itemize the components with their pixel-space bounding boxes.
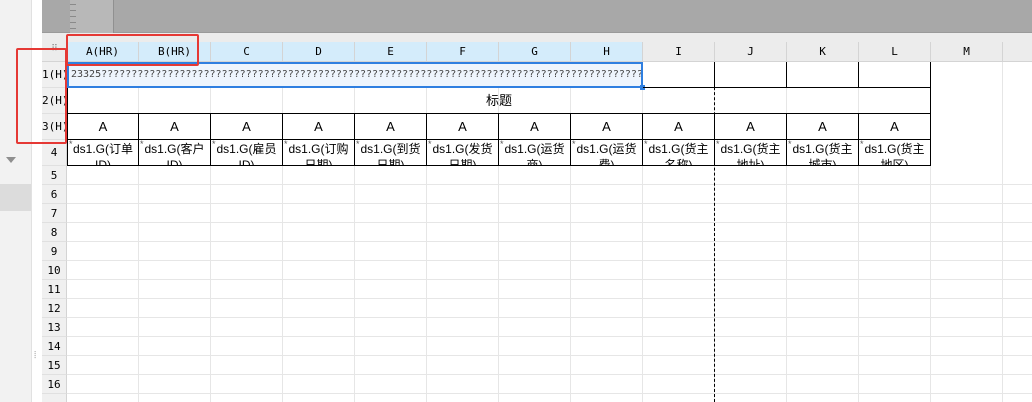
row-header-14[interactable]: 14 [42, 337, 67, 356]
row-header-12[interactable]: 12 [42, 299, 67, 318]
cell-k3[interactable]: A [787, 114, 859, 140]
cell-k1[interactable] [787, 62, 859, 88]
column-header-l[interactable]: L [859, 42, 931, 62]
row-header-13[interactable]: 13 [42, 318, 67, 337]
cell-d3[interactable]: A [283, 114, 355, 140]
row-header-7[interactable]: 7 [42, 204, 67, 223]
panel-selected-item[interactable] [0, 184, 31, 211]
column-header-empty [1003, 42, 1032, 62]
row-header-16[interactable]: 16 [42, 375, 67, 394]
cell-a4-text: ds1.G(订单ID) [72, 142, 133, 166]
toolbar-strip [42, 0, 1032, 33]
cell-l4-text: ds1.G(货主地区) [864, 142, 925, 166]
column-header-m[interactable]: M [931, 42, 1003, 62]
cell-i3[interactable]: A [643, 114, 715, 140]
row-header-15[interactable]: 15 [42, 356, 67, 375]
expand-marker-icon: * [788, 140, 792, 149]
cell-f3[interactable]: A [427, 114, 499, 140]
cell-b3[interactable]: A [139, 114, 211, 140]
title-cell[interactable]: 标题 [67, 88, 931, 114]
cell-f4[interactable]: * ds1.G(发货日期) [427, 140, 499, 166]
row-header-6[interactable]: 6 [42, 185, 67, 204]
cell-h4[interactable]: * ds1.G(运货费) [571, 140, 643, 166]
annotation-highlight-rows [16, 48, 67, 144]
cell-l3[interactable]: A [859, 114, 931, 140]
expand-marker-icon: * [716, 140, 720, 149]
cell-d4-text: ds1.G(订购日期) [288, 142, 349, 166]
cell-j3[interactable]: A [715, 114, 787, 140]
cell-l4[interactable]: * ds1.G(货主地区) [859, 140, 931, 166]
cell-g4-text: ds1.G(运货商) [504, 142, 565, 166]
expand-marker-icon: * [500, 140, 504, 149]
column-header-d[interactable]: D [283, 42, 355, 62]
column-header-f[interactable]: F [427, 42, 499, 62]
cell-i4-text: ds1.G(货主名称) [648, 142, 709, 166]
cell-g3[interactable]: A [499, 114, 571, 140]
row-header-10[interactable]: 10 [42, 261, 67, 280]
cell-b4-text: ds1.G(客户ID) [144, 142, 205, 166]
expand-marker-icon: * [356, 140, 360, 149]
cell-g4[interactable]: * ds1.G(运货商) [499, 140, 571, 166]
row-header-8[interactable]: 8 [42, 223, 67, 242]
cell-k4-text: ds1.G(货主城市) [792, 142, 853, 166]
cell-e3[interactable]: A [355, 114, 427, 140]
cell-c4-text: ds1.G(雇员ID) [216, 142, 277, 166]
cell-e4[interactable]: * ds1.G(到货日期) [355, 140, 427, 166]
expand-marker-icon: * [212, 140, 216, 149]
row-header-9[interactable]: 9 [42, 242, 67, 261]
cell-c4[interactable]: * ds1.G(雇员ID) [211, 140, 283, 166]
column-header-i[interactable]: I [643, 42, 715, 62]
cell-i1[interactable] [643, 62, 715, 88]
column-header-g[interactable]: G [499, 42, 571, 62]
expand-marker-icon: * [860, 140, 864, 149]
cell-l1[interactable] [859, 62, 931, 88]
collapse-triangle-icon[interactable] [6, 157, 16, 163]
column-header-c[interactable]: C [211, 42, 283, 62]
resize-grip-icon[interactable]: ⦙ [34, 350, 36, 361]
cell-c3[interactable]: A [211, 114, 283, 140]
cell-a3[interactable]: A [67, 114, 139, 140]
cell-f4-text: ds1.G(发货日期) [432, 142, 493, 166]
expand-marker-icon: * [69, 140, 73, 149]
column-header-e[interactable]: E [355, 42, 427, 62]
cell-j4-text: ds1.G(货主地址) [720, 142, 781, 166]
row-header-overflow [42, 394, 67, 402]
ruler-icon [70, 0, 114, 33]
row-header-11[interactable]: 11 [42, 280, 67, 299]
cell-j4[interactable]: * ds1.G(货主地址) [715, 140, 787, 166]
cell-j1[interactable] [715, 62, 787, 88]
expand-marker-icon: * [644, 140, 648, 149]
cell-h4-text: ds1.G(运货费) [576, 142, 637, 166]
cell-i4[interactable]: * ds1.G(货主名称) [643, 140, 715, 166]
expand-marker-icon: * [572, 140, 576, 149]
cell-k4[interactable]: * ds1.G(货主城市) [787, 140, 859, 166]
cell-e4-text: ds1.G(到货日期) [360, 142, 421, 166]
column-header-j[interactable]: J [715, 42, 787, 62]
column-header-h[interactable]: H [571, 42, 643, 62]
annotation-highlight-columns [66, 34, 199, 66]
expand-marker-icon: * [428, 140, 432, 149]
page-break-line [714, 62, 715, 402]
cell-b4[interactable]: * ds1.G(客户ID) [139, 140, 211, 166]
column-header-k[interactable]: K [787, 42, 859, 62]
cell-h3[interactable]: A [571, 114, 643, 140]
expand-marker-icon: * [284, 140, 288, 149]
cell-a4[interactable]: * ds1.G(订单ID) [67, 140, 139, 166]
cell-d4[interactable]: * ds1.G(订购日期) [283, 140, 355, 166]
expand-marker-icon: * [140, 140, 144, 149]
row-header-5[interactable]: 5 [42, 166, 67, 185]
